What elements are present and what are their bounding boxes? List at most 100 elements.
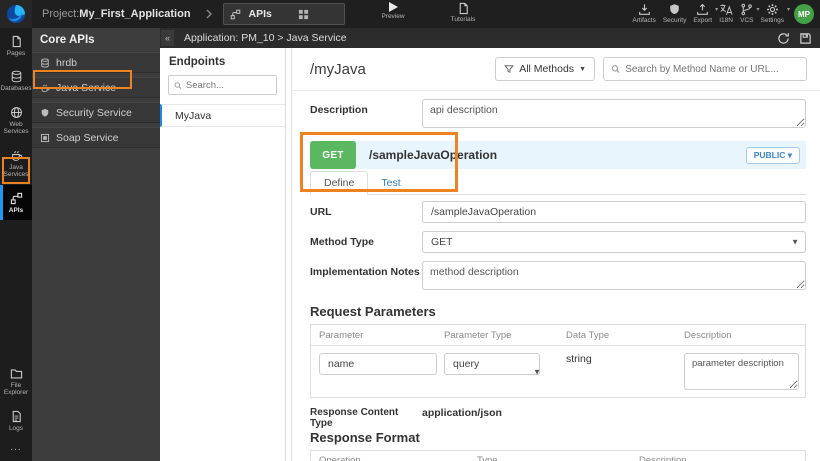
coffee-icon — [41, 84, 50, 92]
core-apis-header: Core APIs — [32, 28, 160, 52]
panel-scrollbar-gutter[interactable] — [287, 48, 292, 461]
endpoint-item-myjava[interactable]: MyJava — [160, 104, 285, 127]
application-breadcrumb: Application: PM_10 > Java Service — [184, 32, 347, 44]
grid-icon[interactable] — [298, 9, 309, 20]
tab-define[interactable]: Define — [310, 171, 369, 195]
coffee-icon — [11, 151, 22, 161]
all-methods-label: All Methods — [519, 63, 575, 75]
url-row: URL — [310, 201, 806, 223]
refresh-icon[interactable] — [777, 32, 790, 45]
core-apis-panel: Core APIs hrdb Java Service Security Ser… — [32, 28, 160, 461]
export-button[interactable]: ▾ Export — [693, 3, 718, 25]
logs-label: Logs — [8, 424, 24, 432]
core-api-item-soap-service[interactable]: Soap Service — [32, 127, 160, 148]
response-content-type-value: application/json — [422, 407, 502, 419]
table-row: query ▼ string parameter description — [311, 346, 805, 397]
security-label: Security — [662, 17, 687, 25]
settings-button[interactable]: ▾ Settings — [761, 3, 790, 24]
parameter-type-select[interactable]: query — [444, 353, 540, 375]
core-api-item-security-service[interactable]: Security Service — [32, 102, 160, 123]
request-parameters-table: Parameter Parameter Type Data Type Descr… — [310, 324, 806, 398]
operation-row[interactable]: GET /sampleJavaOperation PUBLIC ▾ — [310, 141, 806, 169]
parameter-name-input[interactable] — [319, 353, 437, 375]
url-input[interactable] — [422, 201, 806, 223]
col-data-type: Data Type — [566, 330, 610, 341]
i18n-button[interactable]: I18N — [719, 3, 733, 24]
method-type-label: Method Type — [310, 236, 374, 248]
endpoints-title: Endpoints — [169, 56, 226, 68]
sidebar-item-logs[interactable]: Logs — [0, 403, 32, 438]
response-format-title: Response Format — [310, 430, 420, 445]
sidebar-more-button[interactable]: ... — [0, 438, 32, 461]
implementation-notes-input[interactable]: method description — [422, 261, 806, 290]
artifacts-button[interactable]: Artifacts — [632, 3, 656, 24]
collapse-panel-button[interactable]: « — [161, 30, 174, 46]
method-type-row: Method Type GET ▼ — [310, 231, 806, 253]
method-type-select[interactable]: GET — [422, 231, 806, 253]
soap-icon — [40, 133, 50, 142]
col-type: Type — [477, 455, 498, 461]
sidebar-item-web-services[interactable]: Web Services — [0, 99, 32, 142]
sidebar-item-apis[interactable]: APIs — [0, 184, 32, 221]
all-methods-filter[interactable]: All Methods ▼ — [495, 57, 595, 81]
preview-button[interactable]: Preview — [372, 2, 414, 20]
core-api-label: Soap Service — [56, 131, 119, 144]
caret-down-icon: ▾ — [756, 7, 760, 14]
project-label: Project: — [42, 8, 80, 20]
download-icon — [638, 4, 650, 16]
core-api-item-hrdb[interactable]: hrdb — [32, 52, 160, 73]
security-button[interactable]: Security — [663, 3, 686, 24]
pages-label: Pages — [6, 50, 26, 57]
apis-icon — [10, 192, 22, 204]
core-api-label: hrdb — [56, 56, 78, 69]
sidebar-item-pages[interactable]: Pages — [0, 28, 32, 63]
left-icon-sidebar: Pages Databases Web Services Java Servic… — [0, 28, 32, 461]
sidebar-item-java-services[interactable]: Java Services — [0, 142, 32, 185]
parameter-data-type: string — [566, 353, 592, 365]
sidebar-item-file-explorer[interactable]: File Explorer — [0, 360, 32, 403]
url-label: URL — [310, 206, 332, 218]
visibility-dropdown[interactable]: PUBLIC ▾ — [745, 146, 800, 164]
response-format-table: Operation Type Description sampleJavaOpe… — [310, 450, 806, 461]
application-breadcrumb-bar: « Application: PM_10 > Java Service — [160, 28, 820, 48]
endpoints-search-input[interactable] — [185, 79, 271, 91]
core-api-label: Java Service — [56, 81, 117, 94]
project-name: My_First_Application — [79, 8, 191, 20]
implementation-notes-label: Implementation Notes — [310, 266, 420, 278]
translate-icon — [720, 4, 733, 16]
caret-down-icon: ▾ — [715, 7, 719, 14]
method-search-input[interactable] — [625, 63, 799, 75]
user-avatar[interactable]: MP — [794, 4, 814, 24]
response-format-header: Operation Type Description — [311, 451, 805, 461]
col-parameter: Parameter — [319, 330, 364, 341]
method-search[interactable] — [603, 57, 807, 81]
upload-icon — [697, 4, 709, 16]
service-title: /myJava — [310, 60, 366, 78]
search-icon — [174, 81, 182, 89]
topbar-actions: Artifacts Security ▾ Export I18N ▾ VCS ▾… — [632, 0, 814, 28]
export-label: Export — [693, 17, 713, 25]
core-api-item-java-service[interactable]: Java Service — [32, 77, 160, 98]
tab-apis[interactable]: APIs — [222, 3, 345, 25]
gear-icon — [766, 4, 778, 16]
play-icon — [388, 2, 398, 12]
topbar: Project:My_First_Application APIs Previe… — [0, 0, 820, 28]
endpoints-search[interactable] — [168, 75, 277, 95]
core-apis-title: Core APIs — [40, 34, 95, 46]
vcs-button[interactable]: ▾ VCS — [740, 3, 760, 25]
app-window: Project:My_First_Application APIs Previe… — [0, 0, 820, 461]
save-icon[interactable] — [799, 32, 812, 45]
operation-tabs: Define Test — [310, 169, 806, 195]
description-input[interactable]: api description — [422, 99, 806, 128]
parameter-description-input[interactable]: parameter description — [684, 353, 799, 390]
search-icon — [611, 65, 620, 74]
project-breadcrumb[interactable]: Project:My_First_Application — [42, 8, 191, 20]
endpoints-panel: Endpoints MyJava — [160, 48, 286, 461]
sidebar-item-databases[interactable]: Databases — [0, 63, 32, 98]
wavemaker-logo[interactable] — [0, 0, 32, 28]
breadcrumb-actions — [777, 32, 820, 45]
vcs-label: VCS — [740, 17, 754, 25]
tab-test[interactable]: Test — [368, 172, 413, 194]
tutorials-button[interactable]: Tutorials — [440, 2, 486, 23]
i18n-label: I18N — [719, 17, 733, 25]
